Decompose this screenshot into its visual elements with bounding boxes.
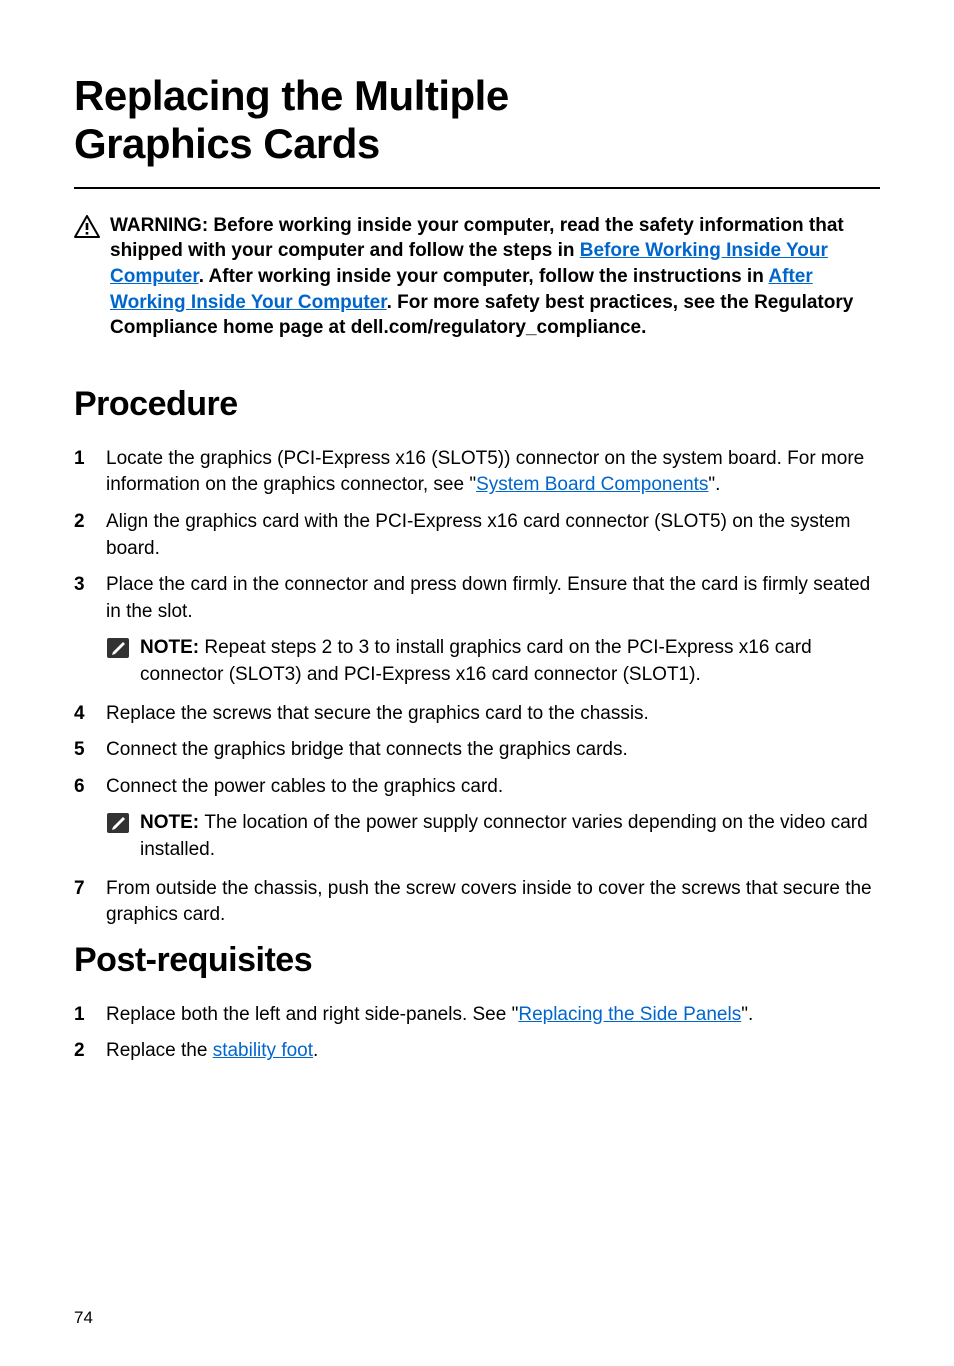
note-1: NOTE: Repeat steps 2 to 3 to install gra…: [106, 635, 880, 688]
page-number: 74: [74, 1308, 93, 1328]
title-line-2: Graphics Cards: [74, 120, 380, 167]
step-1: Locate the graphics (PCI-Express x16 (SL…: [74, 446, 880, 499]
procedure-heading: Procedure: [74, 385, 880, 424]
step-3-text: Place the card in the connector and pres…: [106, 574, 870, 622]
post-2-text-b: .: [313, 1040, 318, 1061]
step-4-text: Replace the screws that secure the graph…: [106, 701, 880, 728]
procedure-list: Locate the graphics (PCI-Express x16 (SL…: [74, 446, 880, 929]
warning-text: WARNING: Before working inside your comp…: [110, 213, 880, 341]
step-4: Replace the screws that secure the graph…: [74, 701, 880, 728]
post-step-1: Replace both the left and right side-pan…: [74, 1002, 880, 1029]
note-1-text: NOTE: Repeat steps 2 to 3 to install gra…: [140, 635, 880, 688]
step-3: Place the card in the connector and pres…: [74, 572, 880, 690]
step-5-text: Connect the graphics bridge that connect…: [106, 737, 880, 764]
warning-mid1: . After working inside your computer, fo…: [199, 266, 769, 287]
title-rule: [74, 187, 880, 189]
link-system-board-components[interactable]: System Board Components: [476, 474, 708, 495]
post-1-text-a: Replace both the left and right side-pan…: [106, 1004, 518, 1025]
note-1-body: Repeat steps 2 to 3 to install graphics …: [140, 637, 812, 685]
note-pencil-icon: [106, 637, 130, 668]
step-5: Connect the graphics bridge that connect…: [74, 737, 880, 764]
post-2-text-a: Replace the: [106, 1040, 213, 1061]
page-title: Replacing the Multiple Graphics Cards: [74, 72, 880, 169]
warning-triangle-icon: [74, 215, 100, 244]
step-7-text: From outside the chassis, push the screw…: [106, 876, 880, 929]
step-7: From outside the chassis, push the screw…: [74, 876, 880, 929]
link-replacing-side-panels[interactable]: Replacing the Side Panels: [518, 1004, 741, 1025]
post-1-text-b: ".: [741, 1004, 753, 1025]
note-2-text: NOTE: The location of the power supply c…: [140, 810, 880, 863]
step-6-text: Connect the power cables to the graphics…: [106, 776, 503, 797]
note-2-label: NOTE:: [140, 812, 204, 833]
note-2: NOTE: The location of the power supply c…: [106, 810, 880, 863]
warning-block: WARNING: Before working inside your comp…: [74, 213, 880, 341]
post-requisites-list: Replace both the left and right side-pan…: [74, 1002, 880, 1065]
post-step-2: Replace the stability foot.: [74, 1038, 880, 1065]
note-2-body: The location of the power supply connect…: [140, 812, 868, 860]
step-1-text-b: ".: [708, 474, 720, 495]
step-2-text: Align the graphics card with the PCI-Exp…: [106, 509, 880, 562]
step-6: Connect the power cables to the graphics…: [74, 774, 880, 866]
title-line-1: Replacing the Multiple: [74, 72, 509, 119]
note-pencil-icon: [106, 812, 130, 843]
step-2: Align the graphics card with the PCI-Exp…: [74, 509, 880, 562]
link-stability-foot[interactable]: stability foot: [213, 1040, 313, 1061]
note-1-label: NOTE:: [140, 637, 204, 658]
post-requisites-heading: Post-requisites: [74, 941, 880, 980]
